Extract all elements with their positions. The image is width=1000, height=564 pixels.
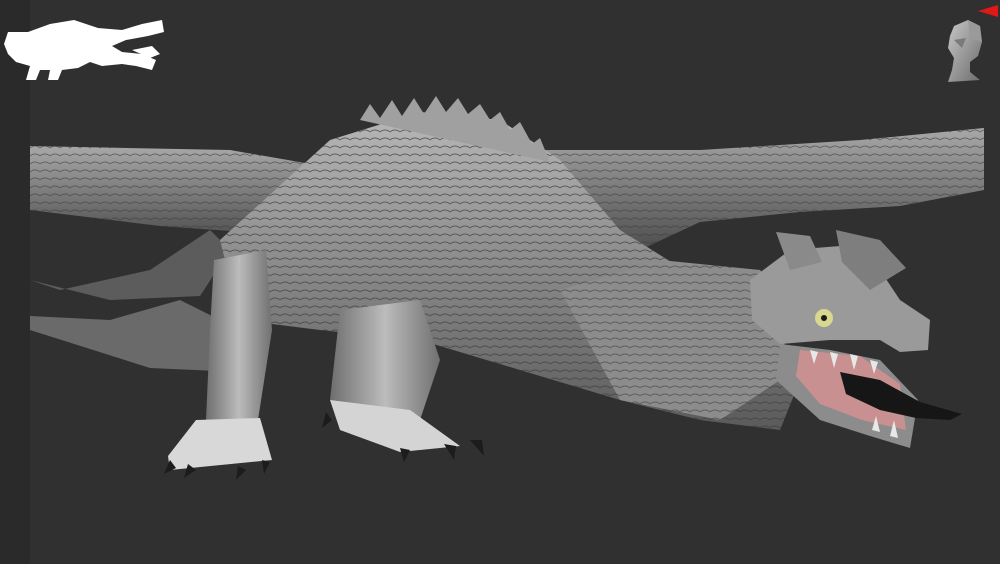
navigation-head-icon[interactable] bbox=[940, 18, 988, 86]
dragon-sculpt[interactable] bbox=[0, 90, 1000, 490]
dragon-silhouette-icon bbox=[4, 20, 164, 80]
axis-marker-icon[interactable] bbox=[974, 4, 1000, 18]
canvas-viewport[interactable] bbox=[0, 0, 1000, 564]
